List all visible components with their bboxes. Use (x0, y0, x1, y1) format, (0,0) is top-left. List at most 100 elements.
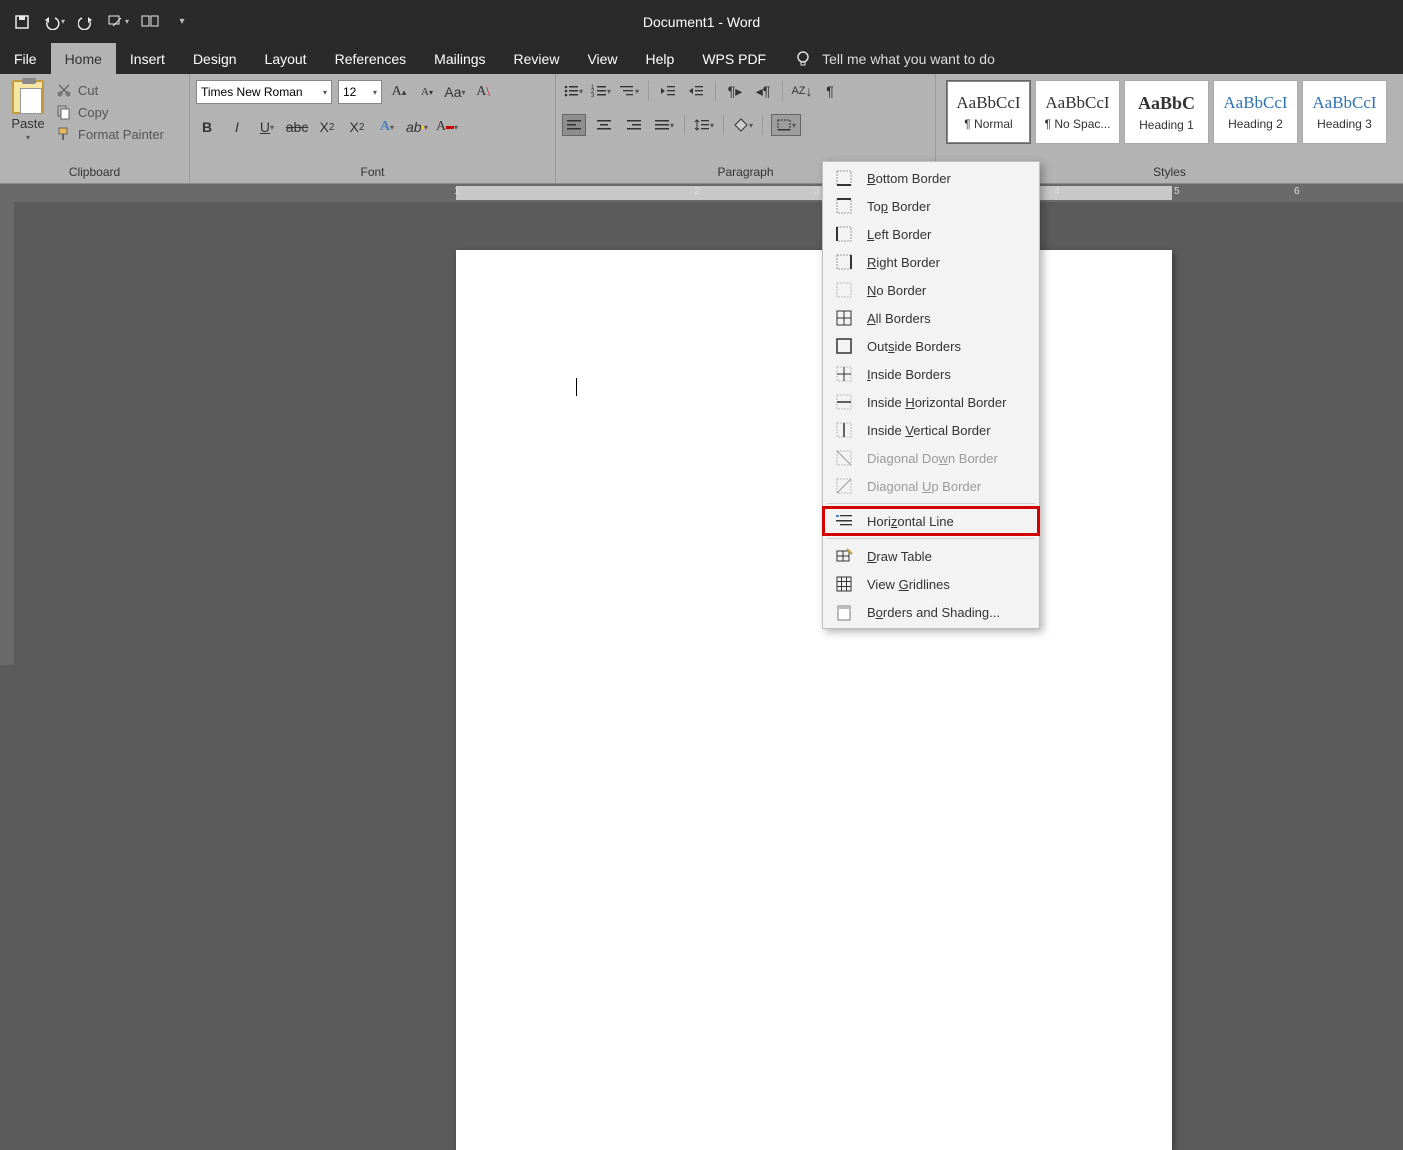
tab-mailings[interactable]: Mailings (420, 43, 499, 74)
quick-access-toolbar: ▾ ▾ ▾ (8, 8, 196, 36)
lightbulb-icon (794, 50, 812, 68)
paste-button[interactable]: Paste ▾ (6, 78, 50, 163)
clear-formatting-button[interactable]: A⧹ (472, 81, 494, 103)
paste-label: Paste (11, 116, 44, 131)
scissors-icon (56, 82, 72, 98)
change-case-button[interactable]: Aa▾ (444, 81, 466, 103)
highlight-button[interactable]: ab▾ (406, 116, 428, 138)
borders-menu-borders-shading[interactable]: Borders and Shading... (823, 598, 1039, 626)
bullets-button[interactable]: ▾ (562, 80, 584, 102)
show-marks-button[interactable]: ¶ (819, 80, 841, 102)
borders-menu-border-none[interactable]: No Border (823, 276, 1039, 304)
multilevel-list-button[interactable]: ▾ (618, 80, 640, 102)
italic-button[interactable]: I (226, 116, 248, 138)
qat-button-2[interactable] (136, 8, 164, 36)
draw-table-icon (835, 547, 853, 565)
line-spacing-button[interactable]: ▾ (693, 114, 715, 136)
style-heading-1[interactable]: AaBbCHeading 1 (1124, 80, 1209, 144)
font-color-button[interactable]: A▾ (436, 116, 458, 138)
align-center-button[interactable] (592, 114, 616, 136)
font-size-select[interactable]: 12▾ (338, 80, 382, 104)
style-heading-2[interactable]: AaBbCcIHeading 2 (1213, 80, 1298, 144)
cut-button[interactable]: Cut (56, 82, 164, 98)
numbering-button[interactable]: 123▾ (590, 80, 612, 102)
borders-menu-border-all[interactable]: All Borders (823, 304, 1039, 332)
ribbon-tabs: File Home Insert Design Layout Reference… (0, 43, 1403, 74)
rtl-button[interactable]: ◂¶ (752, 80, 774, 102)
shrink-font-button[interactable]: A▾ (416, 81, 438, 103)
menu-label: Inside Horizontal Border (867, 395, 1006, 410)
superscript-button[interactable]: X2 (346, 116, 368, 138)
undo-button[interactable]: ▾ (40, 8, 68, 36)
tab-home[interactable]: Home (51, 43, 116, 74)
menu-label: Draw Table (867, 549, 932, 564)
borders-dropdown: Bottom Border Top BorderLeft Border Right … (822, 161, 1040, 629)
menu-label: Borders and Shading... (867, 605, 1000, 620)
tab-insert[interactable]: Insert (116, 43, 179, 74)
border-bottom-icon (835, 169, 853, 187)
tab-references[interactable]: References (321, 43, 421, 74)
menu-label: View Gridlines (867, 577, 950, 592)
qat-customize-button[interactable]: ▾ (168, 8, 196, 36)
redo-button[interactable] (72, 8, 100, 36)
borders-menu-gridlines[interactable]: View Gridlines (823, 570, 1039, 598)
copy-button[interactable]: Copy (56, 104, 164, 120)
format-painter-button[interactable]: Format Painter (56, 126, 164, 142)
borders-menu-hline[interactable]: Horizontal Line (823, 507, 1039, 535)
group-label-font: Font (196, 163, 549, 181)
subscript-button[interactable]: X2 (316, 116, 338, 138)
copy-icon (56, 104, 72, 120)
bold-button[interactable]: B (196, 116, 218, 138)
borders-menu-border-inside[interactable]: Inside Borders (823, 360, 1039, 388)
align-right-button[interactable] (622, 114, 646, 136)
ltr-button[interactable]: ¶▸ (724, 80, 746, 102)
menu-label: All Borders (867, 311, 931, 326)
menu-label: Right Border (867, 255, 940, 270)
borders-menu-border-inside-v[interactable]: Inside Vertical Border (823, 416, 1039, 444)
style-normal[interactable]: AaBbCcI¶ Normal (946, 80, 1031, 144)
tab-wps-pdf[interactable]: WPS PDF (688, 43, 780, 74)
save-button[interactable] (8, 8, 36, 36)
tab-help[interactable]: Help (632, 43, 689, 74)
qat-button-1[interactable]: ▾ (104, 8, 132, 36)
borders-button[interactable]: ▾ (771, 114, 801, 136)
borders-menu-border-top[interactable]: Top Border (823, 192, 1039, 220)
shading-button[interactable]: ▾ (732, 114, 754, 136)
font-name-select[interactable]: Times New Roman▾ (196, 80, 332, 104)
grow-font-button[interactable]: A▴ (388, 81, 410, 103)
menu-label: Outside Borders (867, 339, 961, 354)
strikethrough-button[interactable]: abc (286, 116, 308, 138)
tab-view[interactable]: View (573, 43, 631, 74)
group-font: Times New Roman▾ 12▾ A▴ A▾ Aa▾ A⧹ B I U▾… (190, 74, 556, 183)
svg-text:3: 3 (591, 93, 595, 98)
tell-me-label: Tell me what you want to do (822, 51, 995, 67)
borders-menu-border-right[interactable]: Right Border (823, 248, 1039, 276)
align-justify-button[interactable]: ▾ (652, 114, 676, 136)
vertical-ruler[interactable] (0, 202, 14, 665)
style-heading-3[interactable]: AaBbCcIHeading 3 (1302, 80, 1387, 144)
border-top-icon (835, 197, 853, 215)
increase-indent-button[interactable] (685, 80, 707, 102)
underline-button[interactable]: U▾ (256, 116, 278, 138)
brush-icon (56, 126, 72, 142)
page[interactable] (456, 250, 1172, 1150)
style-no-spacing[interactable]: AaBbCcI¶ No Spac... (1035, 80, 1120, 144)
borders-menu-border-bottom[interactable]: Bottom Border (823, 164, 1039, 192)
borders-menu-border-left[interactable]: Left Border (823, 220, 1039, 248)
borders-menu-draw-table[interactable]: Draw Table (823, 542, 1039, 570)
tab-file[interactable]: File (0, 43, 51, 74)
tab-review[interactable]: Review (500, 43, 574, 74)
borders-menu-border-diag-down: Diagonal Down Border (823, 444, 1039, 472)
borders-menu-border-inside-h[interactable]: Inside Horizontal Border (823, 388, 1039, 416)
decrease-indent-button[interactable] (657, 80, 679, 102)
tab-design[interactable]: Design (179, 43, 251, 74)
tab-layout[interactable]: Layout (251, 43, 321, 74)
sort-button[interactable]: AZ↓ (791, 80, 813, 102)
menu-label: Bottom Border (867, 171, 951, 186)
align-left-button[interactable] (562, 114, 586, 136)
text-effects-button[interactable]: A▾ (376, 116, 398, 138)
tell-me-search[interactable]: Tell me what you want to do (794, 43, 995, 74)
horizontal-ruler[interactable]: 1 2 3 4 5 6 (0, 184, 1403, 202)
document-canvas[interactable] (14, 202, 1403, 665)
borders-menu-border-outside[interactable]: Outside Borders (823, 332, 1039, 360)
